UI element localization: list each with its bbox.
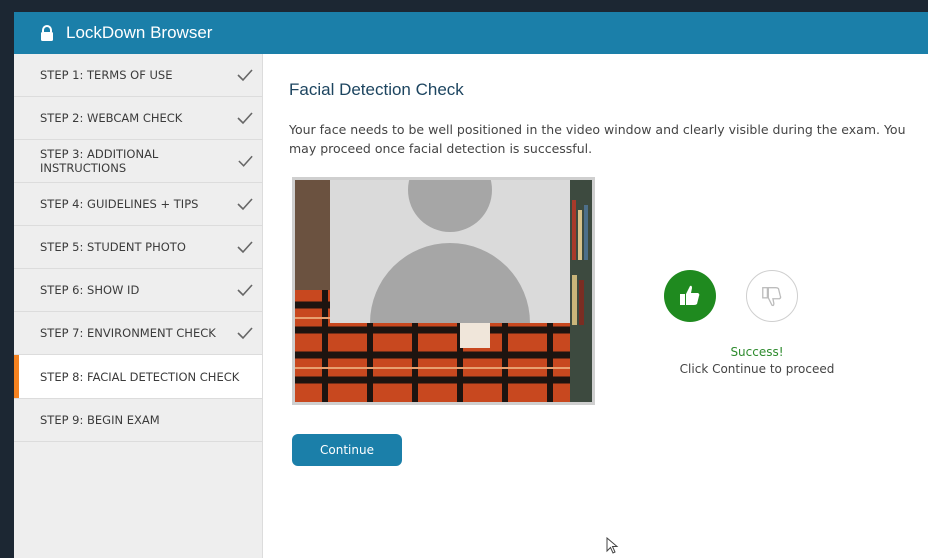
check-icon <box>237 198 253 211</box>
webcam-video <box>292 177 595 405</box>
thumbs-down-button[interactable] <box>746 270 798 322</box>
step-show-id[interactable]: STEP 6: SHOW ID <box>14 269 262 312</box>
check-icon <box>237 69 253 82</box>
page-title: Facial Detection Check <box>289 80 464 99</box>
step-label: STEP 6: SHOW ID <box>40 283 140 297</box>
step-environment-check[interactable]: STEP 7: ENVIRONMENT CHECK <box>14 312 262 355</box>
step-student-photo[interactable]: STEP 5: STUDENT PHOTO <box>14 226 262 269</box>
window-top-edge <box>0 0 928 12</box>
step-label: STEP 8: FACIAL DETECTION CHECK <box>40 369 240 384</box>
step-guidelines-tips[interactable]: STEP 4: GUIDELINES + TIPS <box>14 183 262 226</box>
step-facial-detection-check[interactable]: STEP 8: FACIAL DETECTION CHECK <box>14 355 262 399</box>
continue-button[interactable]: Continue <box>292 434 402 466</box>
check-icon <box>238 155 253 167</box>
step-webcam-check[interactable]: STEP 2: WEBCAM CHECK <box>14 97 262 140</box>
check-icon <box>237 327 253 340</box>
step-label: STEP 9: BEGIN EXAM <box>40 413 160 427</box>
instructions-text: Your face needs to be well positioned in… <box>289 122 906 156</box>
step-label: STEP 4: GUIDELINES + TIPS <box>40 197 199 211</box>
thumbs-down-icon <box>762 287 782 307</box>
lock-icon <box>38 24 56 42</box>
step-label: STEP 2: WEBCAM CHECK <box>40 111 183 125</box>
steps-sidebar: STEP 1: TERMS OF USE STEP 2: WEBCAM CHEC… <box>14 54 263 558</box>
step-terms-of-use[interactable]: STEP 1: TERMS OF USE <box>14 54 262 97</box>
step-label: STEP 7: ENVIRONMENT CHECK <box>40 326 216 340</box>
step-label: STEP 3: ADDITIONAL INSTRUCTIONS <box>40 147 159 175</box>
step-label: STEP 1: TERMS OF USE <box>40 68 173 82</box>
success-status: Success! <box>730 345 784 359</box>
check-icon <box>237 284 253 297</box>
title-bar: LockDown Browser <box>14 12 928 54</box>
window-left-edge <box>0 0 14 558</box>
lockdown-window: LockDown Browser STEP 1: TERMS OF USE ST… <box>0 0 928 558</box>
thumbs-up-button[interactable] <box>664 270 716 322</box>
step-begin-exam[interactable]: STEP 9: BEGIN EXAM <box>14 399 262 442</box>
check-icon <box>237 112 253 125</box>
step-label: STEP 5: STUDENT PHOTO <box>40 240 186 254</box>
mouse-cursor-icon <box>606 537 619 554</box>
main-panel: Facial Detection Check Your face needs t… <box>263 54 928 558</box>
proceed-hint: Click Continue to proceed <box>679 362 835 376</box>
check-icon <box>237 241 253 254</box>
step-additional-instructions[interactable]: STEP 3: ADDITIONAL INSTRUCTIONS <box>14 140 262 183</box>
app-title: LockDown Browser <box>66 23 213 42</box>
thumbs-up-icon <box>680 285 700 305</box>
